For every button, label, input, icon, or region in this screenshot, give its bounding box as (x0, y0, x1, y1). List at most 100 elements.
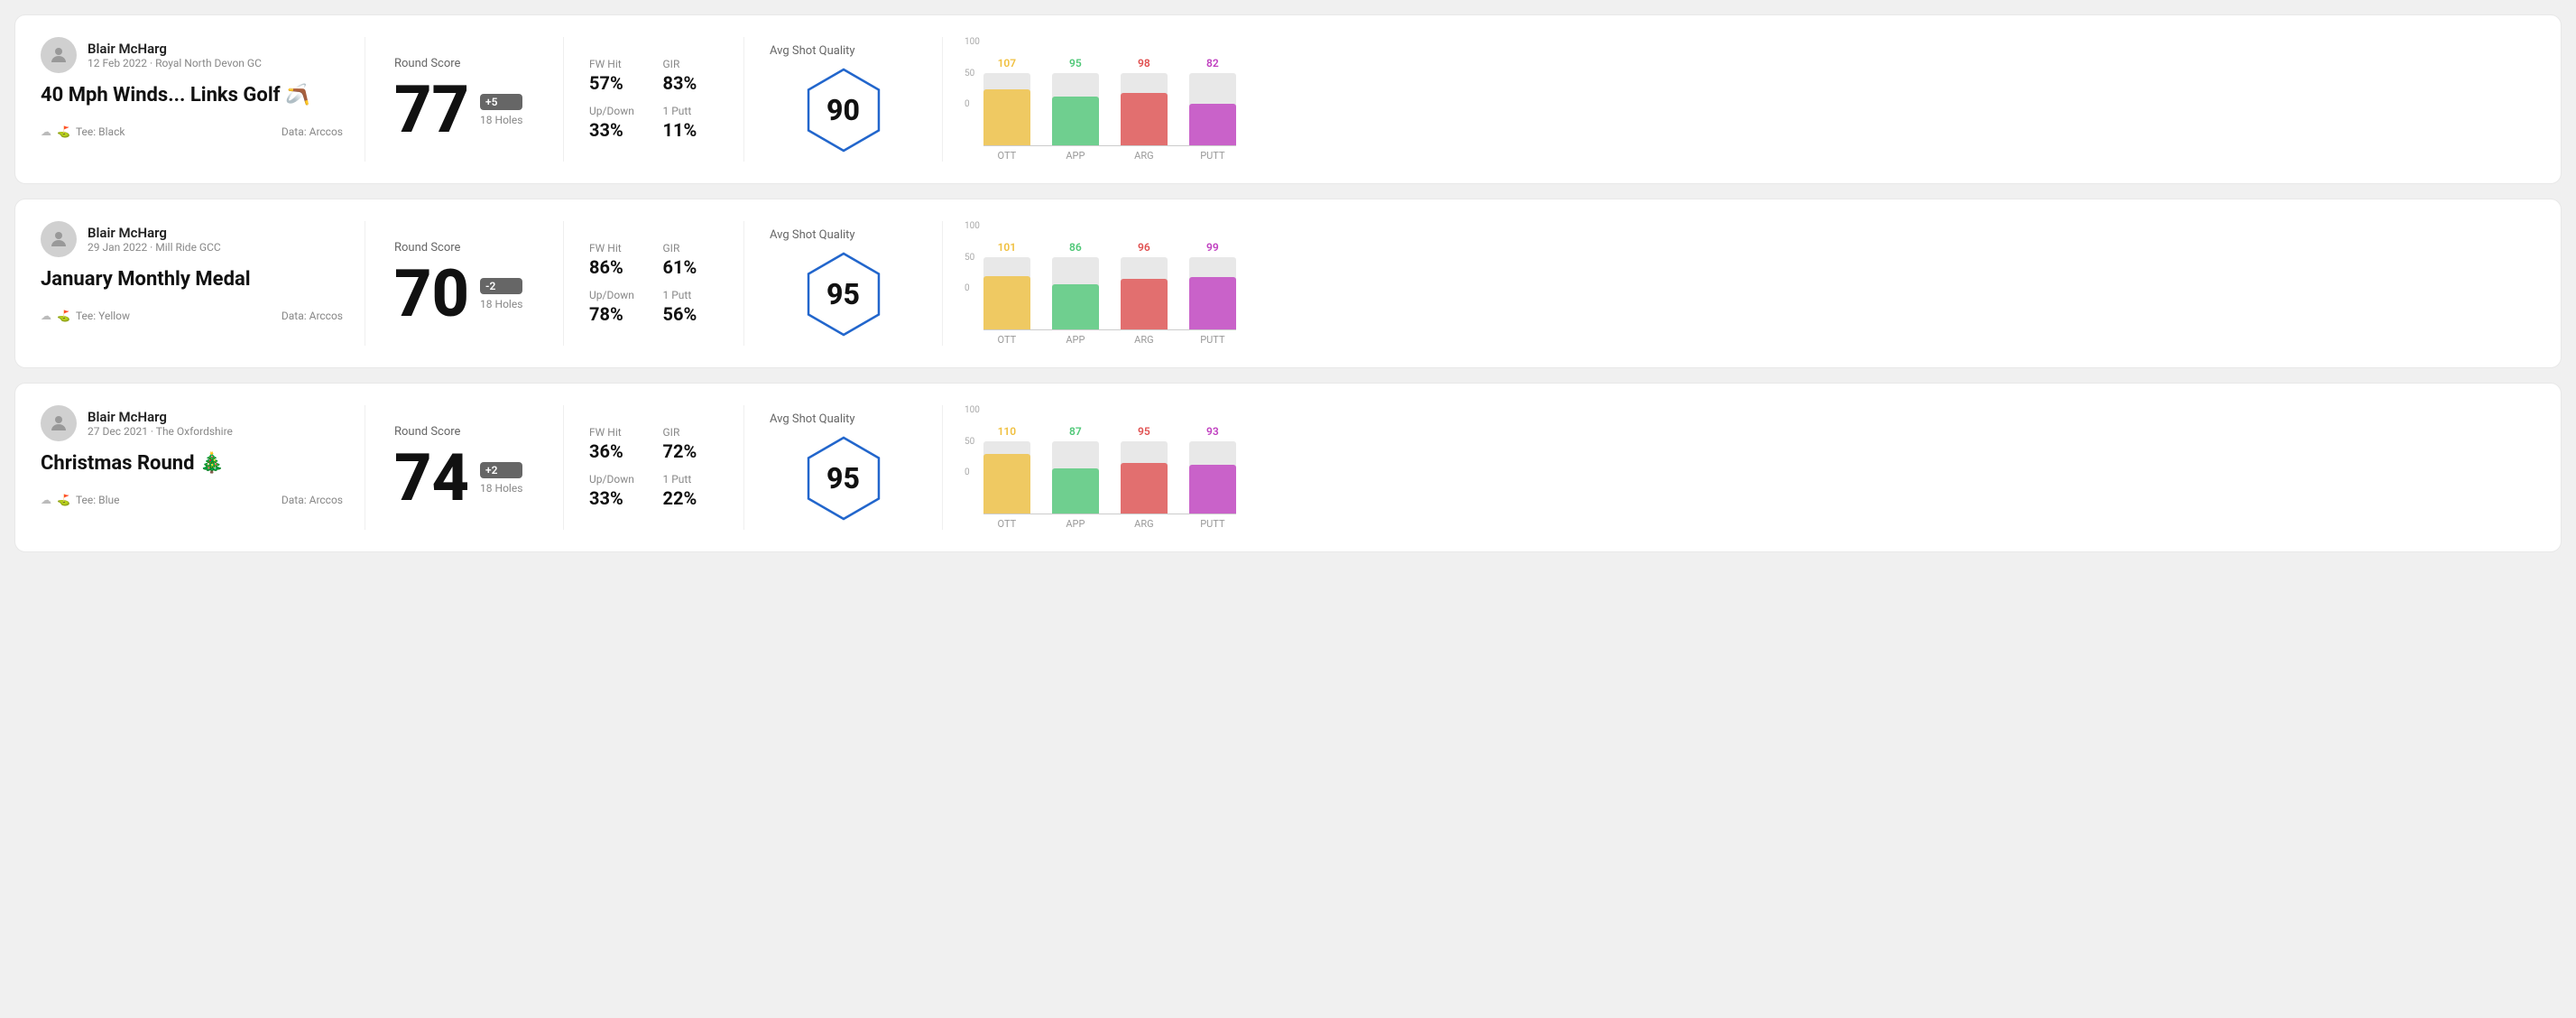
user-meta: 27 Dec 2021 · The Oxfordshire (88, 425, 233, 438)
chart-column-app: 95 (1052, 57, 1099, 145)
score-row: 74 +2 18 Holes (394, 446, 534, 511)
user-name: Blair McHarg (88, 409, 233, 425)
hexagon-score: 90 (826, 93, 860, 127)
round-score-label: Round Score (394, 57, 534, 70)
updown-value: 78% (589, 303, 645, 325)
chart-column-ott: 101 (983, 241, 1030, 329)
user-name: Blair McHarg (88, 41, 262, 57)
oneputt-value: 22% (663, 487, 719, 509)
score-details: +5 18 Holes (480, 94, 522, 126)
chart-column-arg: 95 (1121, 425, 1168, 514)
round-title: January Monthly Medal (41, 268, 343, 292)
chart-column-putt: 82 (1189, 57, 1236, 145)
score-row: 77 +5 18 Holes (394, 78, 534, 143)
round-score-section: Round Score 74 +2 18 Holes (365, 405, 564, 530)
tee-label: Tee: Blue (76, 494, 120, 506)
tee-info: ☁ ⛳ Tee: Black (41, 125, 125, 138)
stats-section: FW Hit 57% GIR 83% Up/Down 33% 1 Putt 11… (564, 37, 744, 162)
user-info: Blair McHarg 27 Dec 2021 · The Oxfordshi… (88, 409, 233, 438)
score-badge: +2 (480, 462, 522, 478)
holes-label: 18 Holes (480, 482, 522, 495)
tee-label: Tee: Black (76, 125, 125, 138)
user-name: Blair McHarg (88, 225, 221, 241)
round-score-label: Round Score (394, 241, 534, 255)
chart-column-app: 86 (1052, 241, 1099, 329)
fw-hit-label: FW Hit (589, 426, 645, 439)
updown-label: Up/Down (589, 473, 645, 486)
round-score-section: Round Score 70 -2 18 Holes (365, 221, 564, 346)
oneputt-value: 56% (663, 303, 719, 325)
fw-hit-label: FW Hit (589, 58, 645, 70)
oneputt-label: 1 Putt (663, 289, 719, 301)
chart-section: 100 50 0 107 95 (943, 37, 2535, 162)
chart-section: 100 50 0 101 86 (943, 221, 2535, 346)
big-score: 77 (394, 78, 469, 143)
chart-column-arg: 98 (1121, 57, 1168, 145)
stats-section: FW Hit 86% GIR 61% Up/Down 78% 1 Putt 56… (564, 221, 744, 346)
data-source: Data: Arccos (282, 310, 343, 322)
score-row: 70 -2 18 Holes (394, 262, 534, 327)
card-left-3: Blair McHarg 27 Dec 2021 · The Oxfordshi… (41, 405, 365, 530)
score-badge: -2 (480, 278, 522, 294)
card-left-2: Blair McHarg 29 Jan 2022 · Mill Ride GCC… (41, 221, 365, 346)
quality-section: Avg Shot Quality 90 (744, 37, 943, 162)
gir-label: GIR (663, 242, 719, 255)
updown-label: Up/Down (589, 105, 645, 117)
oneputt-label: 1 Putt (663, 105, 719, 117)
card-footer: ☁ ⛳ Tee: Blue Data: Arccos (41, 494, 343, 506)
tee-info: ☁ ⛳ Tee: Blue (41, 494, 120, 506)
hexagon: 95 (799, 433, 889, 523)
stats-grid: FW Hit 86% GIR 61% Up/Down 78% 1 Putt 56… (589, 242, 718, 325)
updown-value: 33% (589, 119, 645, 141)
weather-icon: ☁ (41, 125, 51, 138)
tee-label: Tee: Yellow (76, 310, 130, 322)
hexagon-wrapper: 95 (770, 433, 917, 523)
round-title: Christmas Round 🎄 (41, 452, 343, 476)
big-score: 70 (394, 262, 469, 327)
fw-hit-value: 57% (589, 72, 645, 94)
user-row: Blair McHarg 29 Jan 2022 · Mill Ride GCC (41, 221, 343, 257)
oneputt-label: 1 Putt (663, 473, 719, 486)
tee-icon: ⛳ (57, 125, 70, 138)
chart-column-ott: 107 (983, 57, 1030, 145)
quality-section: Avg Shot Quality 95 (744, 221, 943, 346)
data-source: Data: Arccos (282, 125, 343, 138)
round-score-section: Round Score 77 +5 18 Holes (365, 37, 564, 162)
gir-label: GIR (663, 58, 719, 70)
fw-hit-label: FW Hit (589, 242, 645, 255)
chart-column-app: 87 (1052, 425, 1099, 514)
gir-stat: GIR 61% (663, 242, 719, 278)
chart-column-putt: 99 (1189, 241, 1236, 329)
fw-hit-value: 86% (589, 256, 645, 278)
updown-stat: Up/Down 33% (589, 105, 645, 141)
gir-value: 61% (663, 256, 719, 278)
chart-column-arg: 96 (1121, 241, 1168, 329)
card-left-1: Blair McHarg 12 Feb 2022 · Royal North D… (41, 37, 365, 162)
chart-column-ott: 110 (983, 425, 1030, 514)
user-row: Blair McHarg 27 Dec 2021 · The Oxfordshi… (41, 405, 343, 441)
score-details: -2 18 Holes (480, 278, 522, 310)
big-score: 74 (394, 446, 469, 511)
gir-value: 72% (663, 440, 719, 462)
oneputt-stat: 1 Putt 56% (663, 289, 719, 325)
gir-stat: GIR 72% (663, 426, 719, 462)
hexagon-score: 95 (826, 277, 860, 311)
hexagon: 90 (799, 65, 889, 155)
round-card-3: Blair McHarg 27 Dec 2021 · The Oxfordshi… (14, 383, 2562, 552)
user-info: Blair McHarg 12 Feb 2022 · Royal North D… (88, 41, 262, 69)
fw-hit-stat: FW Hit 36% (589, 426, 645, 462)
holes-label: 18 Holes (480, 114, 522, 126)
round-score-label: Round Score (394, 425, 534, 439)
oneputt-stat: 1 Putt 11% (663, 105, 719, 141)
fw-hit-stat: FW Hit 86% (589, 242, 645, 278)
hexagon-wrapper: 95 (770, 249, 917, 339)
hexagon: 95 (799, 249, 889, 339)
weather-icon: ☁ (41, 494, 51, 506)
quality-label: Avg Shot Quality (770, 412, 855, 426)
gir-label: GIR (663, 426, 719, 439)
stats-grid: FW Hit 57% GIR 83% Up/Down 33% 1 Putt 11… (589, 58, 718, 141)
quality-label: Avg Shot Quality (770, 228, 855, 242)
fw-hit-value: 36% (589, 440, 645, 462)
chart-column-putt: 93 (1189, 425, 1236, 514)
gir-value: 83% (663, 72, 719, 94)
